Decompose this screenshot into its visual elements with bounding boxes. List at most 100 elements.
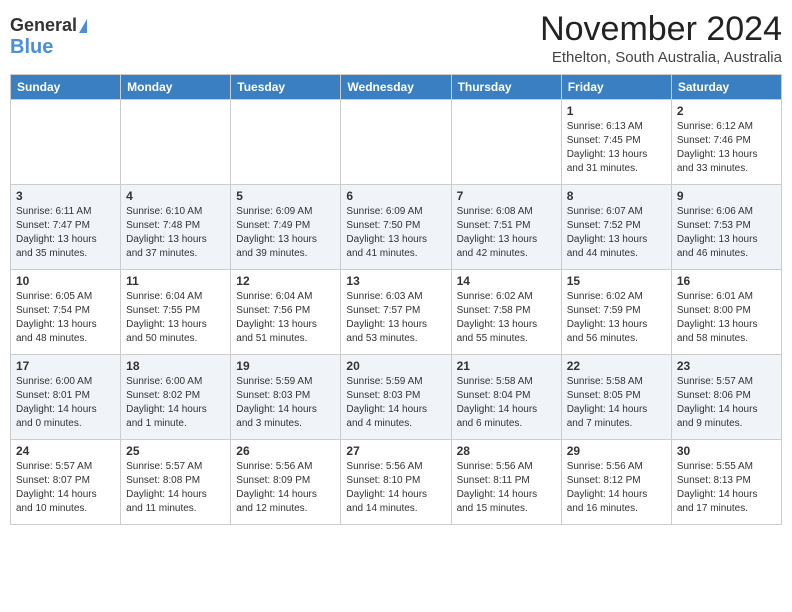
day-number: 4	[126, 189, 225, 203]
day-info: Sunrise: 6:02 AM Sunset: 7:59 PM Dayligh…	[567, 290, 666, 346]
weekday-header-friday: Friday	[561, 75, 671, 100]
day-info: Sunrise: 6:04 AM Sunset: 7:55 PM Dayligh…	[126, 290, 225, 346]
day-number: 12	[236, 274, 335, 288]
day-info: Sunrise: 6:01 AM Sunset: 8:00 PM Dayligh…	[677, 290, 776, 346]
logo-text-blue: Blue	[10, 36, 53, 58]
day-number: 16	[677, 274, 776, 288]
calendar-cell	[451, 100, 561, 185]
day-number: 24	[16, 444, 115, 458]
calendar-cell: 3 Sunrise: 6:11 AM Sunset: 7:47 PM Daylig…	[11, 185, 121, 270]
weekday-header-row: SundayMondayTuesdayWednesdayThursdayFrid…	[11, 75, 782, 100]
day-number: 28	[457, 444, 556, 458]
weekday-header-saturday: Saturday	[671, 75, 781, 100]
day-info: Sunrise: 6:09 AM Sunset: 7:49 PM Dayligh…	[236, 205, 335, 261]
day-info: Sunrise: 6:13 AM Sunset: 7:45 PM Dayligh…	[567, 120, 666, 176]
calendar-cell: 15 Sunrise: 6:02 AM Sunset: 7:59 PM Dayli…	[561, 270, 671, 355]
day-number: 17	[16, 359, 115, 373]
calendar-week-5: 24 Sunrise: 5:57 AM Sunset: 8:07 PM Dayli…	[11, 440, 782, 525]
location-subtitle: Ethelton, South Australia, Australia	[540, 49, 782, 66]
day-number: 25	[126, 444, 225, 458]
calendar-cell: 6 Sunrise: 6:09 AM Sunset: 7:50 PM Daylig…	[341, 185, 451, 270]
calendar-cell	[11, 100, 121, 185]
weekday-header-thursday: Thursday	[451, 75, 561, 100]
day-number: 13	[346, 274, 445, 288]
day-info: Sunrise: 5:57 AM Sunset: 8:07 PM Dayligh…	[16, 460, 115, 516]
calendar-cell: 30Sunrise: 5:55 AM Sunset: 8:13 PM Dayli…	[671, 440, 781, 525]
calendar-cell: 23 Sunrise: 5:57 AM Sunset: 8:06 PM Dayli…	[671, 355, 781, 440]
day-number: 29	[567, 444, 666, 458]
calendar-cell: 29 Sunrise: 5:56 AM Sunset: 8:12 PM Dayli…	[561, 440, 671, 525]
day-info: Sunrise: 5:57 AM Sunset: 8:08 PM Dayligh…	[126, 460, 225, 516]
day-info: Sunrise: 5:56 AM Sunset: 8:12 PM Dayligh…	[567, 460, 666, 516]
day-number: 21	[457, 359, 556, 373]
day-info: Sunrise: 5:57 AM Sunset: 8:06 PM Dayligh…	[677, 375, 776, 431]
calendar-cell	[341, 100, 451, 185]
day-info: Sunrise: 6:02 AM Sunset: 7:58 PM Dayligh…	[457, 290, 556, 346]
logo: General Blue	[10, 10, 87, 58]
day-number: 18	[126, 359, 225, 373]
calendar-cell: 22Sunrise: 5:58 AM Sunset: 8:05 PM Dayli…	[561, 355, 671, 440]
calendar-week-2: 3 Sunrise: 6:11 AM Sunset: 7:47 PM Daylig…	[11, 185, 782, 270]
day-number: 27	[346, 444, 445, 458]
calendar-cell: 18 Sunrise: 6:00 AM Sunset: 8:02 PM Dayli…	[121, 355, 231, 440]
day-info: Sunrise: 5:58 AM Sunset: 8:05 PM Dayligh…	[567, 375, 666, 431]
day-info: Sunrise: 6:05 AM Sunset: 7:54 PM Dayligh…	[16, 290, 115, 346]
day-number: 5	[236, 189, 335, 203]
day-number: 10	[16, 274, 115, 288]
day-number: 30	[677, 444, 776, 458]
calendar-body: 1 Sunrise: 6:13 AM Sunset: 7:45 PM Daylig…	[11, 100, 782, 525]
day-number: 15	[567, 274, 666, 288]
calendar-cell	[231, 100, 341, 185]
day-info: Sunrise: 6:00 AM Sunset: 8:02 PM Dayligh…	[126, 375, 225, 431]
calendar-cell	[121, 100, 231, 185]
calendar-cell: 14 Sunrise: 6:02 AM Sunset: 7:58 PM Dayli…	[451, 270, 561, 355]
calendar-cell: 13 Sunrise: 6:03 AM Sunset: 7:57 PM Dayli…	[341, 270, 451, 355]
day-info: Sunrise: 6:08 AM Sunset: 7:51 PM Dayligh…	[457, 205, 556, 261]
day-info: Sunrise: 5:59 AM Sunset: 8:03 PM Dayligh…	[236, 375, 335, 431]
calendar-cell: 24 Sunrise: 5:57 AM Sunset: 8:07 PM Dayli…	[11, 440, 121, 525]
calendar-cell: 7Sunrise: 6:08 AM Sunset: 7:51 PM Daylig…	[451, 185, 561, 270]
calendar-table: SundayMondayTuesdayWednesdayThursdayFrid…	[10, 74, 782, 525]
day-info: Sunrise: 5:58 AM Sunset: 8:04 PM Dayligh…	[457, 375, 556, 431]
calendar-cell: 16 Sunrise: 6:01 AM Sunset: 8:00 PM Dayli…	[671, 270, 781, 355]
day-number: 3	[16, 189, 115, 203]
day-info: Sunrise: 6:03 AM Sunset: 7:57 PM Dayligh…	[346, 290, 445, 346]
weekday-header-monday: Monday	[121, 75, 231, 100]
calendar-cell: 2Sunrise: 6:12 AM Sunset: 7:46 PM Daylig…	[671, 100, 781, 185]
day-info: Sunrise: 6:07 AM Sunset: 7:52 PM Dayligh…	[567, 205, 666, 261]
day-info: Sunrise: 6:11 AM Sunset: 7:47 PM Dayligh…	[16, 205, 115, 261]
day-info: Sunrise: 6:00 AM Sunset: 8:01 PM Dayligh…	[16, 375, 115, 431]
day-info: Sunrise: 5:56 AM Sunset: 8:10 PM Dayligh…	[346, 460, 445, 516]
day-number: 2	[677, 104, 776, 118]
day-number: 14	[457, 274, 556, 288]
calendar-cell: 10 Sunrise: 6:05 AM Sunset: 7:54 PM Dayli…	[11, 270, 121, 355]
day-info: Sunrise: 6:09 AM Sunset: 7:50 PM Dayligh…	[346, 205, 445, 261]
calendar-cell: 17 Sunrise: 6:00 AM Sunset: 8:01 PM Dayli…	[11, 355, 121, 440]
month-year-title: November 2024	[540, 10, 782, 49]
title-block: November 2024 Ethelton, South Australia,…	[540, 10, 782, 66]
calendar-cell: 11Sunrise: 6:04 AM Sunset: 7:55 PM Dayli…	[121, 270, 231, 355]
logo-icon	[79, 19, 87, 33]
calendar-cell: 1 Sunrise: 6:13 AM Sunset: 7:45 PM Daylig…	[561, 100, 671, 185]
calendar-cell: 12 Sunrise: 6:04 AM Sunset: 7:56 PM Dayli…	[231, 270, 341, 355]
day-number: 23	[677, 359, 776, 373]
day-number: 8	[567, 189, 666, 203]
day-info: Sunrise: 6:10 AM Sunset: 7:48 PM Dayligh…	[126, 205, 225, 261]
day-number: 6	[346, 189, 445, 203]
calendar-cell: 5 Sunrise: 6:09 AM Sunset: 7:49 PM Daylig…	[231, 185, 341, 270]
calendar-cell: 21 Sunrise: 5:58 AM Sunset: 8:04 PM Dayli…	[451, 355, 561, 440]
weekday-header-tuesday: Tuesday	[231, 75, 341, 100]
calendar-cell: 19 Sunrise: 5:59 AM Sunset: 8:03 PM Dayli…	[231, 355, 341, 440]
day-info: Sunrise: 6:04 AM Sunset: 7:56 PM Dayligh…	[236, 290, 335, 346]
weekday-header-sunday: Sunday	[11, 75, 121, 100]
day-number: 20	[346, 359, 445, 373]
calendar-cell: 27 Sunrise: 5:56 AM Sunset: 8:10 PM Dayli…	[341, 440, 451, 525]
day-number: 1	[567, 104, 666, 118]
day-info: Sunrise: 5:59 AM Sunset: 8:03 PM Dayligh…	[346, 375, 445, 431]
calendar-cell: 20 Sunrise: 5:59 AM Sunset: 8:03 PM Dayli…	[341, 355, 451, 440]
calendar-cell: 26Sunrise: 5:56 AM Sunset: 8:09 PM Dayli…	[231, 440, 341, 525]
calendar-cell: 4 Sunrise: 6:10 AM Sunset: 7:48 PM Daylig…	[121, 185, 231, 270]
calendar-cell: 9Sunrise: 6:06 AM Sunset: 7:53 PM Daylig…	[671, 185, 781, 270]
day-number: 9	[677, 189, 776, 203]
day-number: 19	[236, 359, 335, 373]
